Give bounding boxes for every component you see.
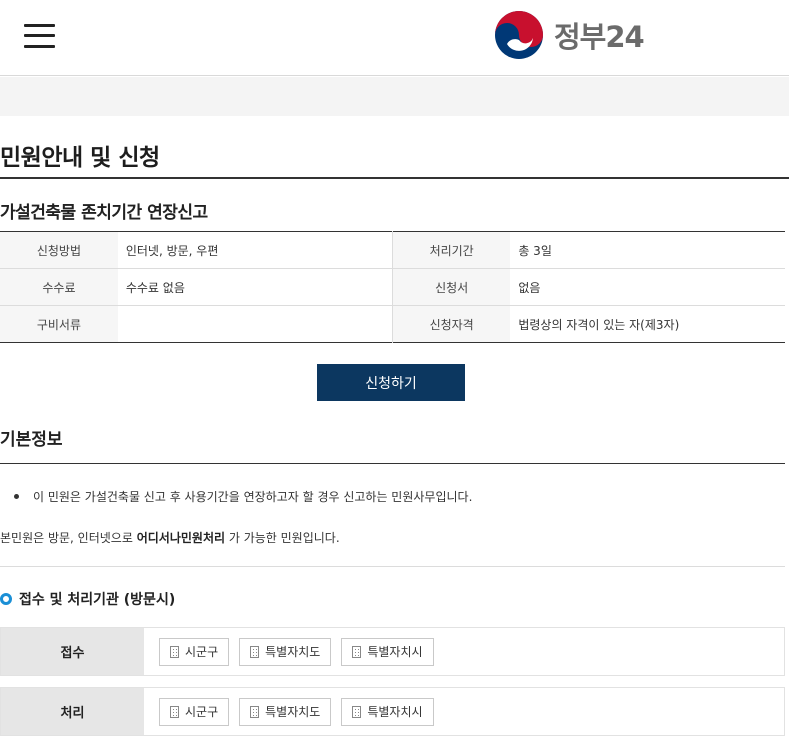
info-label: 신청자격 [391, 305, 511, 343]
agency-button-label: 특별자치도 [265, 645, 321, 659]
info-label: 구비서류 [0, 305, 118, 343]
building-icon [170, 645, 179, 658]
page-title: 민원안내 및 신청 [0, 145, 160, 171]
agency-row-receipt: 접수 시군구 특별자치도 특별자치시 [0, 627, 785, 676]
service-name: 가설건축물 존치기간 연장신고 [0, 203, 208, 223]
agency-buttons: 시군구 특별자치도 특별자치시 [144, 688, 434, 735]
apply-button[interactable]: 신청하기 [317, 364, 465, 401]
bullet-icon [14, 494, 19, 499]
taegeuk-logo-icon [495, 11, 543, 59]
service-info-table: 신청방법 인터넷, 방문, 우편 처리기간 총 3일 수수료 수수료 없음 신청… [0, 231, 785, 343]
agency-section-title: 접수 및 처리기관 (방문시) [0, 589, 175, 609]
building-icon [352, 705, 362, 718]
table-row: 구비서류 신청자격 법령상의 자격이 있는 자(제3자) [0, 305, 785, 343]
agency-label: 접수 [1, 628, 144, 675]
info-label: 신청서 [391, 268, 511, 306]
agency-button-sigungu[interactable]: 시군구 [159, 637, 230, 666]
note-suffix: 가 가능한 민원입니다. [225, 531, 340, 545]
agency-button-label: 시군구 [185, 645, 219, 659]
info-value: 없음 [510, 268, 785, 306]
title-divider [0, 177, 789, 179]
agency-label: 처리 [1, 688, 144, 735]
agency-button-label: 특별자치시 [367, 705, 423, 719]
site-header: 정부24 [0, 0, 789, 76]
table-row: 신청방법 인터넷, 방문, 우편 처리기간 총 3일 [0, 231, 785, 269]
breadcrumb-band [0, 77, 789, 116]
agency-buttons: 시군구 특별자치도 특별자치시 [144, 628, 434, 675]
agency-button-special-city[interactable]: 특별자치시 [341, 637, 434, 666]
info-value: 인터넷, 방문, 우편 [117, 231, 393, 269]
building-icon [352, 645, 362, 658]
agency-button-label: 시군구 [185, 705, 219, 719]
info-value: 총 3일 [510, 231, 785, 269]
agency-button-label: 특별자치시 [367, 645, 423, 659]
building-icon [250, 645, 260, 658]
table-row: 수수료 수수료 없음 신청서 없음 [0, 268, 785, 306]
logo-text: 정부24 [554, 20, 645, 54]
bullet-text: 이 민원은 가설건축물 신고 후 사용기간을 연장하고자 할 경우 신고하는 민… [33, 490, 473, 504]
agency-button-label: 특별자치도 [265, 705, 321, 719]
info-label: 처리기간 [391, 231, 511, 269]
hamburger-menu-icon[interactable] [24, 22, 56, 50]
info-value: 수수료 없음 [117, 268, 393, 306]
note-prefix: 본민원은 방문, 인터넷으로 [0, 531, 137, 545]
info-label: 수수료 [0, 268, 118, 306]
note-divider [0, 566, 785, 567]
ring-bullet-icon [0, 593, 12, 605]
site-logo[interactable]: 정부24 [494, 10, 645, 60]
agency-button-special-province[interactable]: 특별자치도 [239, 697, 332, 726]
info-value [118, 306, 393, 343]
basic-info-title: 기본정보 [0, 430, 63, 450]
info-label: 신청방법 [0, 231, 118, 269]
building-icon [250, 705, 260, 718]
section-divider [0, 463, 785, 464]
agency-button-special-city[interactable]: 특별자치시 [341, 697, 434, 726]
agency-button-sigungu[interactable]: 시군구 [159, 697, 230, 726]
agency-row-processing: 처리 시군구 특별자치도 특별자치시 [0, 687, 785, 736]
basic-info-bullet: 이 민원은 가설건축물 신고 후 사용기간을 연장하고자 할 경우 신고하는 민… [14, 488, 472, 505]
building-icon [170, 705, 179, 718]
note-bold: 어디서나민원처리 [136, 531, 226, 545]
availability-note: 본민원은 방문, 인터넷으로 어디서나민원처리 가 가능한 민원입니다. [0, 529, 340, 546]
agency-button-special-province[interactable]: 특별자치도 [239, 637, 332, 666]
agency-title-text: 접수 및 처리기관 (방문시) [19, 592, 176, 608]
info-value: 법령상의 자격이 있는 자(제3자) [518, 317, 680, 332]
